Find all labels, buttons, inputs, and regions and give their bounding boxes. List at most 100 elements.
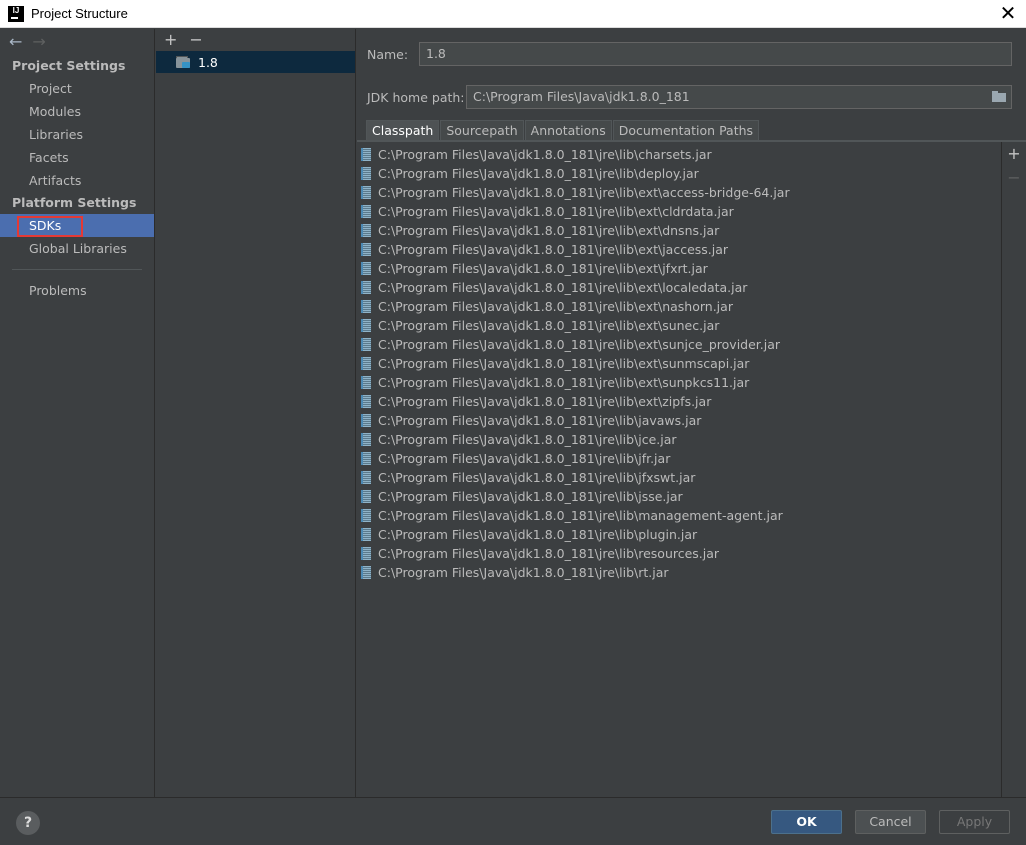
jar-file-icon: [361, 186, 371, 199]
classpath-entry: C:\Program Files\Java\jdk1.8.0_181\jre\l…: [378, 299, 733, 314]
classpath-toolbar: + −: [1001, 142, 1026, 797]
nav-item-modules[interactable]: Modules: [0, 100, 154, 123]
classpath-entry: C:\Program Files\Java\jdk1.8.0_181\jre\l…: [378, 337, 781, 352]
classpath-row[interactable]: C:\Program Files\Java\jdk1.8.0_181\jre\l…: [357, 468, 1001, 487]
classpath-entry: C:\Program Files\Java\jdk1.8.0_181\jre\l…: [378, 223, 720, 238]
jar-file-icon: [361, 357, 371, 370]
classpath-row[interactable]: C:\Program Files\Java\jdk1.8.0_181\jre\l…: [357, 297, 1001, 316]
classpath-row[interactable]: C:\Program Files\Java\jdk1.8.0_181\jre\l…: [357, 259, 1001, 278]
classpath-entry: C:\Program Files\Java\jdk1.8.0_181\jre\l…: [378, 394, 712, 409]
classpath-row[interactable]: C:\Program Files\Java\jdk1.8.0_181\jre\l…: [357, 145, 1001, 164]
classpath-row[interactable]: C:\Program Files\Java\jdk1.8.0_181\jre\l…: [357, 563, 1001, 582]
classpath-row[interactable]: C:\Program Files\Java\jdk1.8.0_181\jre\l…: [357, 240, 1001, 259]
help-button[interactable]: ?: [16, 811, 40, 835]
classpath-row[interactable]: C:\Program Files\Java\jdk1.8.0_181\jre\l…: [357, 411, 1001, 430]
home-path-label: JDK home path:: [367, 89, 465, 105]
sdk-tree-item[interactable]: 1.8: [156, 51, 355, 73]
nav-item-artifacts[interactable]: Artifacts: [0, 169, 154, 192]
window-titlebar: IJ Project Structure ✕: [0, 0, 1026, 28]
dialog-button-bar: ? OK Cancel Apply: [0, 797, 1026, 845]
nav-item-project[interactable]: Project: [0, 77, 154, 100]
classpath-entry: C:\Program Files\Java\jdk1.8.0_181\jre\l…: [378, 546, 720, 561]
jar-file-icon: [361, 414, 371, 427]
tab-annotations[interactable]: Annotations: [524, 120, 612, 140]
apply-button[interactable]: Apply: [939, 810, 1010, 834]
classpath-row[interactable]: C:\Program Files\Java\jdk1.8.0_181\jre\l…: [357, 202, 1001, 221]
nav-item-facets[interactable]: Facets: [0, 146, 154, 169]
classpath-row[interactable]: C:\Program Files\Java\jdk1.8.0_181\jre\l…: [357, 506, 1001, 525]
classpath-entry: C:\Program Files\Java\jdk1.8.0_181\jre\l…: [378, 413, 702, 428]
nav-item-problems[interactable]: Problems: [0, 279, 154, 302]
sdk-tree-item-label: 1.8: [198, 54, 218, 70]
classpath-row[interactable]: C:\Program Files\Java\jdk1.8.0_181\jre\l…: [357, 544, 1001, 563]
browse-folder-icon[interactable]: [992, 91, 1006, 102]
classpath-entry: C:\Program Files\Java\jdk1.8.0_181\jre\l…: [378, 508, 783, 523]
forward-arrow-icon[interactable]: →: [32, 34, 45, 50]
home-path-value: C:\Program Files\Java\jdk1.8.0_181: [473, 89, 690, 104]
nav-item-sdks[interactable]: SDKs: [0, 214, 154, 237]
classpath-row[interactable]: C:\Program Files\Java\jdk1.8.0_181\jre\l…: [357, 316, 1001, 335]
jar-file-icon: [361, 148, 371, 161]
classpath-entry: C:\Program Files\Java\jdk1.8.0_181\jre\l…: [378, 242, 729, 257]
jar-file-icon: [361, 167, 371, 180]
tab-classpath[interactable]: Classpath: [366, 120, 440, 140]
classpath-row[interactable]: C:\Program Files\Java\jdk1.8.0_181\jre\l…: [357, 373, 1001, 392]
jar-file-icon: [361, 395, 371, 408]
nav-item-libraries[interactable]: Libraries: [0, 123, 154, 146]
name-row: Name: 1.8: [367, 42, 1012, 66]
add-sdk-button[interactable]: +: [164, 32, 177, 48]
classpath-entry: C:\Program Files\Java\jdk1.8.0_181\jre\l…: [378, 356, 750, 371]
classpath-row[interactable]: C:\Program Files\Java\jdk1.8.0_181\jre\l…: [357, 430, 1001, 449]
classpath-entry: C:\Program Files\Java\jdk1.8.0_181\jre\l…: [378, 185, 790, 200]
classpath-entry: C:\Program Files\Java\jdk1.8.0_181\jre\l…: [378, 147, 712, 162]
ok-button[interactable]: OK: [771, 810, 842, 834]
jar-file-icon: [361, 433, 371, 446]
jar-file-icon: [361, 300, 371, 313]
classpath-entry: C:\Program Files\Java\jdk1.8.0_181\jre\l…: [378, 432, 677, 447]
settings-nav: ← → Project Settings Project Modules Lib…: [0, 29, 155, 797]
sdk-details-panel: Name: 1.8 JDK home path: C:\Program File…: [357, 29, 1026, 797]
nav-divider: [12, 269, 142, 270]
tab-sourcepath[interactable]: Sourcepath: [440, 120, 524, 140]
classpath-entry: C:\Program Files\Java\jdk1.8.0_181\jre\l…: [378, 166, 699, 181]
jar-file-icon: [361, 509, 371, 522]
classpath-row[interactable]: C:\Program Files\Java\jdk1.8.0_181\jre\l…: [357, 487, 1001, 506]
tab-documentation-paths[interactable]: Documentation Paths: [612, 120, 760, 140]
cancel-button[interactable]: Cancel: [855, 810, 926, 834]
classpath-row[interactable]: C:\Program Files\Java\jdk1.8.0_181\jre\l…: [357, 525, 1001, 544]
classpath-list[interactable]: C:\Program Files\Java\jdk1.8.0_181\jre\l…: [357, 142, 1001, 797]
sdk-tree-toolbar: + −: [156, 29, 355, 51]
classpath-row[interactable]: C:\Program Files\Java\jdk1.8.0_181\jre\l…: [357, 354, 1001, 373]
classpath-row[interactable]: C:\Program Files\Java\jdk1.8.0_181\jre\l…: [357, 221, 1001, 240]
close-icon[interactable]: ✕: [998, 3, 1018, 23]
classpath-row[interactable]: C:\Program Files\Java\jdk1.8.0_181\jre\l…: [357, 392, 1001, 411]
classpath-row[interactable]: C:\Program Files\Java\jdk1.8.0_181\jre\l…: [357, 335, 1001, 354]
name-field[interactable]: 1.8: [419, 42, 1012, 66]
classpath-row[interactable]: C:\Program Files\Java\jdk1.8.0_181\jre\l…: [357, 449, 1001, 468]
jar-file-icon: [361, 243, 371, 256]
classpath-entry: C:\Program Files\Java\jdk1.8.0_181\jre\l…: [378, 489, 683, 504]
classpath-row[interactable]: C:\Program Files\Java\jdk1.8.0_181\jre\l…: [357, 164, 1001, 183]
nav-item-global-libraries[interactable]: Global Libraries: [0, 237, 154, 260]
window-title: Project Structure: [31, 6, 128, 21]
classpath-row[interactable]: C:\Program Files\Java\jdk1.8.0_181\jre\l…: [357, 183, 1001, 202]
jar-file-icon: [361, 528, 371, 541]
jar-file-icon: [361, 452, 371, 465]
jar-file-icon: [361, 566, 371, 579]
nav-history: ← →: [0, 29, 154, 55]
classpath-row[interactable]: C:\Program Files\Java\jdk1.8.0_181\jre\l…: [357, 278, 1001, 297]
jar-file-icon: [361, 338, 371, 351]
classpath-entry: C:\Program Files\Java\jdk1.8.0_181\jre\l…: [378, 451, 671, 466]
home-path-field[interactable]: C:\Program Files\Java\jdk1.8.0_181: [466, 85, 1012, 109]
platform-settings-heading: Platform Settings: [12, 195, 137, 210]
jar-file-icon: [361, 376, 371, 389]
sdk-tree-panel: + − 1.8: [156, 29, 356, 797]
jdk-folder-icon: [176, 56, 192, 68]
jar-file-icon: [361, 205, 371, 218]
add-path-button[interactable]: +: [1002, 142, 1026, 166]
name-label: Name:: [367, 46, 409, 62]
remove-sdk-button[interactable]: −: [189, 32, 202, 48]
remove-path-button[interactable]: −: [1002, 166, 1026, 190]
back-arrow-icon[interactable]: ←: [9, 34, 22, 50]
jar-file-icon: [361, 490, 371, 503]
